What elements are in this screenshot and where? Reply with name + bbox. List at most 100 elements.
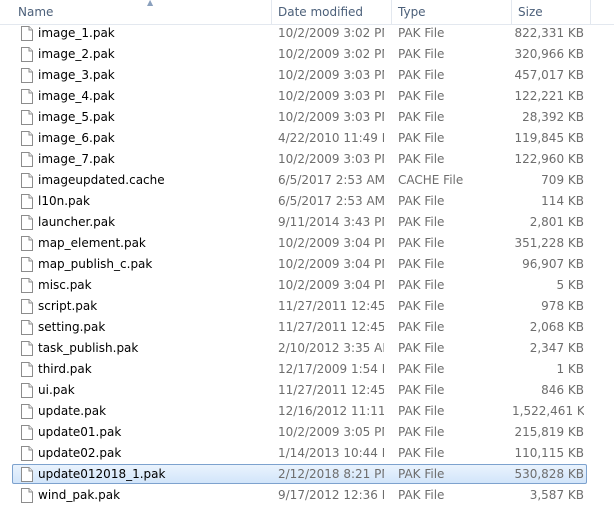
column-header-type[interactable]: Type (392, 0, 511, 24)
file-size: 119,845 KB (514, 131, 584, 145)
file-name: l10n.pak (38, 194, 90, 208)
file-row[interactable]: image_3.pak 10/2/2009 3:03 PM PAK File 457,… (0, 65, 614, 86)
file-date-modified: 10/2/2009 3:02 PM (278, 47, 384, 61)
file-type: PAK File (398, 467, 445, 481)
file-name: launcher.pak (38, 215, 116, 229)
file-type: PAK File (398, 236, 445, 250)
file-date-modified: 6/5/2017 2:53 AM (278, 173, 384, 187)
file-type: CACHE File (398, 173, 464, 187)
file-type: PAK File (398, 404, 445, 418)
file-date-modified: 9/17/2012 12:36 PM (278, 488, 384, 502)
file-type: PAK File (398, 446, 445, 460)
file-row[interactable]: ui.pak 11/27/2011 12:45 ... PAK File 846 KB (0, 380, 614, 401)
file-name: image_4.pak (38, 89, 115, 103)
file-row[interactable]: imageupdated.cache 6/5/2017 2:53 AM CACHE … (0, 170, 614, 191)
file-date-modified: 10/2/2009 3:05 PM (278, 425, 384, 439)
file-name: misc.pak (38, 278, 92, 292)
file-size: 28,392 KB (522, 110, 584, 124)
file-size: 351,228 KB (514, 236, 584, 250)
file-row[interactable]: update02.pak 1/14/2013 10:44 PM PAK File 11… (0, 443, 614, 464)
file-size: 1 KB (556, 362, 584, 376)
file-size: 320,966 KB (514, 47, 584, 61)
file-type: PAK File (398, 110, 445, 124)
file-size: 3,587 KB (529, 488, 584, 502)
column-header-date[interactable]: Date modified (272, 0, 391, 24)
file-size: 114 KB (541, 194, 584, 208)
file-size: 215,819 KB (514, 425, 584, 439)
file-type: PAK File (398, 68, 445, 82)
column-divider[interactable] (590, 0, 591, 24)
file-name: map_element.pak (38, 236, 146, 250)
file-type: PAK File (398, 341, 445, 355)
file-type: PAK File (398, 320, 445, 334)
file-row[interactable]: update012018_1.pak 2/12/2018 8:21 PM PAK F… (0, 464, 614, 485)
file-name: wind_pak.pak (38, 488, 121, 502)
file-date-modified: 12/17/2009 1:54 PM (278, 362, 384, 376)
file-date-modified: 10/2/2009 3:03 PM (278, 89, 384, 103)
file-row[interactable]: update01.pak 10/2/2009 3:05 PM PAK File 215… (0, 422, 614, 443)
file-type: PAK File (398, 194, 445, 208)
file-row[interactable]: image_5.pak 10/2/2009 3:03 PM PAK File 28,3… (0, 107, 614, 128)
file-row[interactable]: task_publish.pak 2/10/2012 3:35 AM PAK Fil… (0, 338, 614, 359)
column-header-size[interactable]: Size (512, 0, 602, 24)
file-name: ui.pak (38, 383, 75, 397)
file-type: PAK File (398, 215, 445, 229)
file-date-modified: 10/2/2009 3:04 PM (278, 257, 384, 271)
file-date-modified: 2/10/2012 3:35 AM (278, 341, 384, 355)
file-rows: image_1.pak 10/2/2009 3:02 PM PAK File 822,… (0, 23, 614, 506)
file-type: PAK File (398, 131, 445, 145)
column-header-name[interactable]: Name ▲ (12, 0, 270, 24)
file-type: PAK File (398, 152, 445, 166)
file-type: PAK File (398, 383, 445, 397)
file-type: PAK File (398, 299, 445, 313)
file-name: image_7.pak (38, 152, 115, 166)
file-size: 846 KB (541, 383, 584, 397)
file-name: map_publish_c.pak (38, 257, 153, 271)
file-row[interactable]: launcher.pak 9/11/2014 3:43 PM PAK File 2,8… (0, 212, 614, 233)
file-name: script.pak (38, 299, 98, 313)
file-name: update01.pak (38, 425, 122, 439)
file-size: 709 KB (541, 173, 584, 187)
file-date-modified: 11/27/2011 12:45 ... (278, 299, 384, 313)
column-header-type-label: Type (398, 5, 426, 19)
file-date-modified: 10/2/2009 3:03 PM (278, 110, 384, 124)
file-date-modified: 2/12/2018 8:21 PM (278, 467, 384, 481)
file-type: PAK File (398, 362, 445, 376)
file-date-modified: 10/2/2009 3:03 PM (278, 152, 384, 166)
file-row[interactable]: update.pak 12/16/2012 11:11 ... PAK File 1,… (0, 401, 614, 422)
file-date-modified: 10/2/2009 3:03 PM (278, 68, 384, 82)
file-row[interactable]: image_6.pak 4/22/2010 11:49 PM PAK File 119… (0, 128, 614, 149)
file-name: update02.pak (38, 446, 122, 460)
file-row[interactable]: map_element.pak 10/2/2009 3:04 PM PAK File… (0, 233, 614, 254)
file-row[interactable]: image_7.pak 10/2/2009 3:03 PM PAK File 122,… (0, 149, 614, 170)
file-type: PAK File (398, 488, 445, 502)
file-date-modified: 12/16/2012 11:11 ... (278, 404, 384, 418)
file-row[interactable]: map_publish_c.pak 10/2/2009 3:04 PM PAK Fi… (0, 254, 614, 275)
file-size: 457,017 KB (514, 68, 584, 82)
column-header-size-label: Size (518, 5, 543, 19)
sort-up-icon: ▲ (147, 0, 154, 7)
file-row[interactable]: misc.pak 10/2/2009 3:04 PM PAK File 5 KB (0, 275, 614, 296)
file-date-modified: 6/5/2017 2:53 AM (278, 194, 384, 208)
file-row[interactable]: image_1.pak 10/2/2009 3:02 PM PAK File 822,… (0, 23, 614, 44)
file-type: PAK File (398, 89, 445, 103)
file-row[interactable]: image_4.pak 10/2/2009 3:03 PM PAK File 122,… (0, 86, 614, 107)
file-row[interactable]: script.pak 11/27/2011 12:45 ... PAK File 97… (0, 296, 614, 317)
file-row[interactable]: l10n.pak 6/5/2017 2:53 AM PAK File 114 KB (0, 191, 614, 212)
file-name: image_2.pak (38, 47, 115, 61)
file-name: task_publish.pak (38, 341, 139, 355)
column-header-bar: Name ▲ Date modified Type Size (0, 0, 614, 25)
file-size: 822,331 KB (514, 26, 584, 40)
file-row[interactable]: image_2.pak 10/2/2009 3:02 PM PAK File 320,… (0, 44, 614, 65)
file-name: imageupdated.cache (38, 173, 165, 187)
file-name: third.pak (38, 362, 92, 376)
file-date-modified: 10/2/2009 3:04 PM (278, 236, 384, 250)
file-size: 1,522,461 KB (512, 404, 584, 418)
file-row[interactable]: setting.pak 11/27/2011 12:45 ... PAK File 2… (0, 317, 614, 338)
file-row[interactable]: wind_pak.pak 9/17/2012 12:36 PM PAK File 3,… (0, 485, 614, 506)
file-row[interactable]: third.pak 12/17/2009 1:54 PM PAK File 1 KB (0, 359, 614, 380)
file-name: update012018_1.pak (38, 467, 166, 481)
file-type: PAK File (398, 257, 445, 271)
file-size: 2,068 KB (529, 320, 584, 334)
file-date-modified: 11/27/2011 12:45 ... (278, 320, 384, 334)
